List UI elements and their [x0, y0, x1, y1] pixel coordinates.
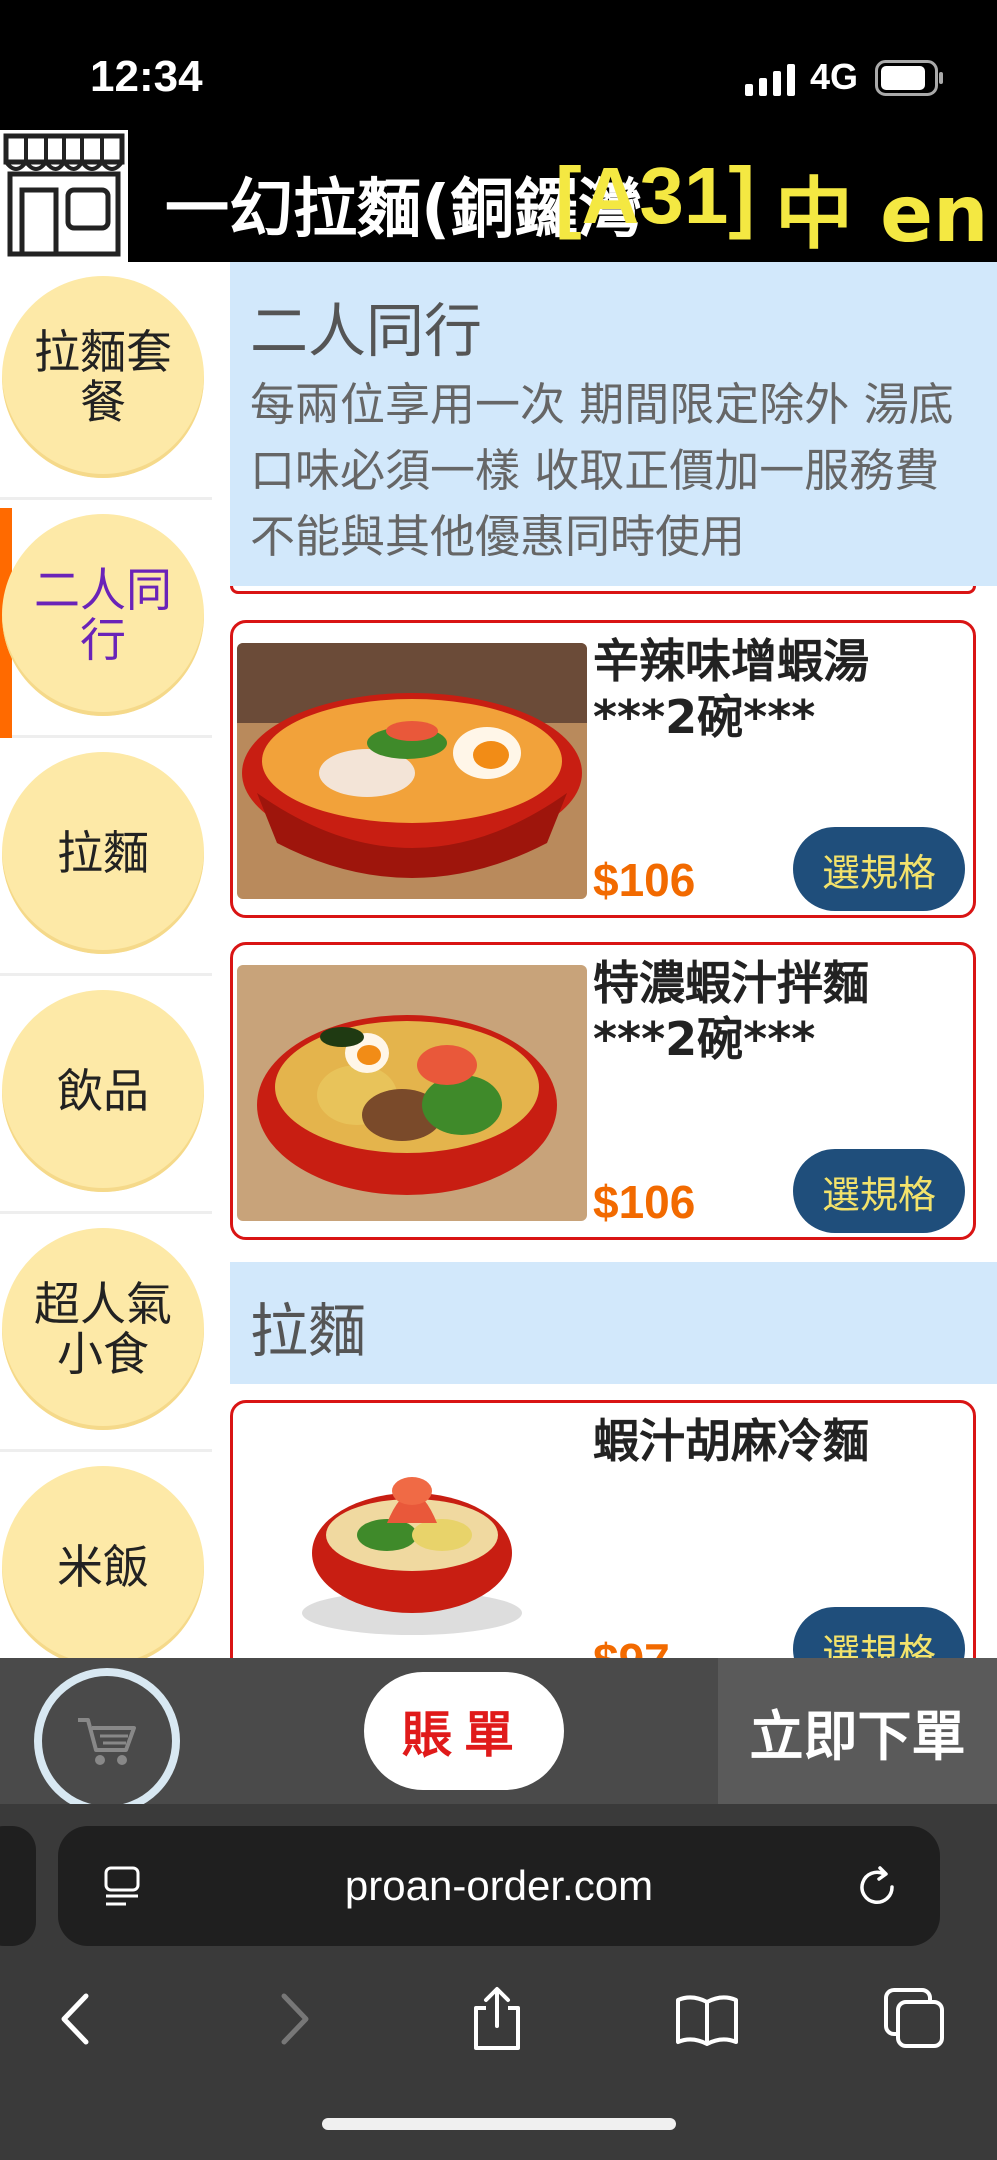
cart-button[interactable] — [34, 1668, 180, 1814]
select-spec-button[interactable]: 選規格 — [793, 1607, 965, 1658]
store-icon[interactable] — [0, 130, 128, 262]
item-name: 特濃蝦汁拌麵 ***2碗*** — [593, 955, 869, 1067]
item-name: 辛辣味增蝦湯 ***2碗*** — [593, 633, 869, 745]
sidebar-item-ramen[interactable]: 拉麵 — [0, 738, 212, 976]
menu-item-card[interactable]: 辛辣味增蝦湯 ***2碗*** $106 選規格 — [230, 620, 976, 918]
item-price: $106 — [593, 1176, 696, 1228]
sidebar-item-label: 拉麵 — [2, 752, 204, 954]
url-text: proan-order.com — [344, 1862, 654, 1909]
food-photo — [237, 1423, 587, 1658]
battery-icon — [875, 60, 943, 96]
sidebar-item-rice[interactable]: 米飯 — [0, 1452, 212, 1658]
sidebar-item-ramen-set[interactable]: 拉麵套餐 — [0, 262, 212, 500]
item-name-line1: 特濃蝦汁拌麵 — [593, 956, 869, 1010]
select-spec-button[interactable]: 選規格 — [793, 827, 965, 911]
previous-tab[interactable] — [0, 1826, 36, 1946]
item-name-line2: ***2碗*** — [593, 690, 816, 744]
sidebar-item-label: 超人氣小食 — [2, 1228, 204, 1430]
menu-item-card[interactable]: 蝦汁胡麻冷麵 $97 選規格 — [230, 1400, 976, 1658]
table-number: [A31] — [555, 151, 756, 240]
section-title: 拉麵 — [250, 1297, 367, 1365]
network-type: 4G — [810, 56, 859, 97]
app-header: 一幻拉麵(銅鑼灣 [A31] 中 en — [0, 130, 997, 262]
category-sidebar: 拉麵套餐 二人同行 拉麵 飲品 超人氣小食 米飯 — [0, 262, 212, 1658]
home-indicator — [322, 2118, 676, 2130]
share-icon[interactable] — [462, 1984, 532, 2054]
sidebar-item-drinks[interactable]: 飲品 — [0, 976, 212, 1214]
address-bar[interactable]: proan-order.com — [58, 1826, 940, 1946]
item-name-line2: ***2碗*** — [593, 1012, 816, 1066]
sidebar-item-label: 米飯 — [2, 1466, 204, 1658]
item-price: $97 — [593, 1633, 670, 1658]
food-photo — [237, 643, 587, 899]
tabs-icon[interactable] — [880, 1984, 950, 2054]
section-description: 每兩位享用一次 期間限定除外 湯底口味必須一樣 收取正價加一服務費 不能與其他優… — [250, 378, 954, 563]
cellular-signal-icon — [745, 64, 795, 96]
sidebar-item-label: 拉麵套餐 — [2, 276, 204, 478]
sidebar-item-label: 二人同行 — [2, 514, 204, 716]
forward-icon — [281, 1993, 309, 2045]
item-price: $106 — [593, 854, 696, 906]
status-time: 12:34 — [90, 52, 203, 101]
section-header: 二人同行 每兩位享用一次 期間限定除外 湯底口味必須一樣 收取正價加一服務費 不… — [230, 262, 997, 586]
card-edge — [230, 586, 976, 594]
menu-content[interactable]: 二人同行 每兩位享用一次 期間限定除外 湯底口味必須一樣 收取正價加一服務費 不… — [212, 262, 997, 1658]
food-photo — [237, 965, 587, 1221]
item-name: 蝦汁胡麻冷麵 — [593, 1413, 869, 1469]
language-switch[interactable]: 中 en — [775, 152, 989, 262]
browser-toolbar: proan-order.com — [0, 1804, 997, 2160]
section-title: 二人同行 — [250, 297, 483, 365]
select-spec-button[interactable]: 選規格 — [793, 1149, 965, 1233]
order-bar: 賬單 立即下單 — [0, 1658, 997, 1814]
item-name-line1: 辛辣味增蝦湯 — [593, 634, 869, 688]
section-header: 拉麵 — [230, 1262, 997, 1384]
item-name-line1: 蝦汁胡麻冷麵 — [593, 1414, 869, 1468]
bill-button[interactable]: 賬單 — [364, 1672, 564, 1790]
sidebar-item-two-person[interactable]: 二人同行 — [0, 500, 212, 738]
sidebar-item-snacks[interactable]: 超人氣小食 — [0, 1214, 212, 1452]
reload-icon[interactable] — [854, 1864, 900, 1910]
cart-icon — [78, 1718, 136, 1765]
place-order-button[interactable]: 立即下單 — [718, 1658, 997, 1804]
menu-item-card[interactable]: 特濃蝦汁拌麵 ***2碗*** $106 選規格 — [230, 942, 976, 1240]
back-icon[interactable] — [42, 1984, 112, 2054]
status-bar: 12:34 4G — [0, 0, 997, 130]
bookmarks-icon[interactable] — [672, 1984, 742, 2054]
sidebar-item-label: 飲品 — [2, 990, 204, 1192]
